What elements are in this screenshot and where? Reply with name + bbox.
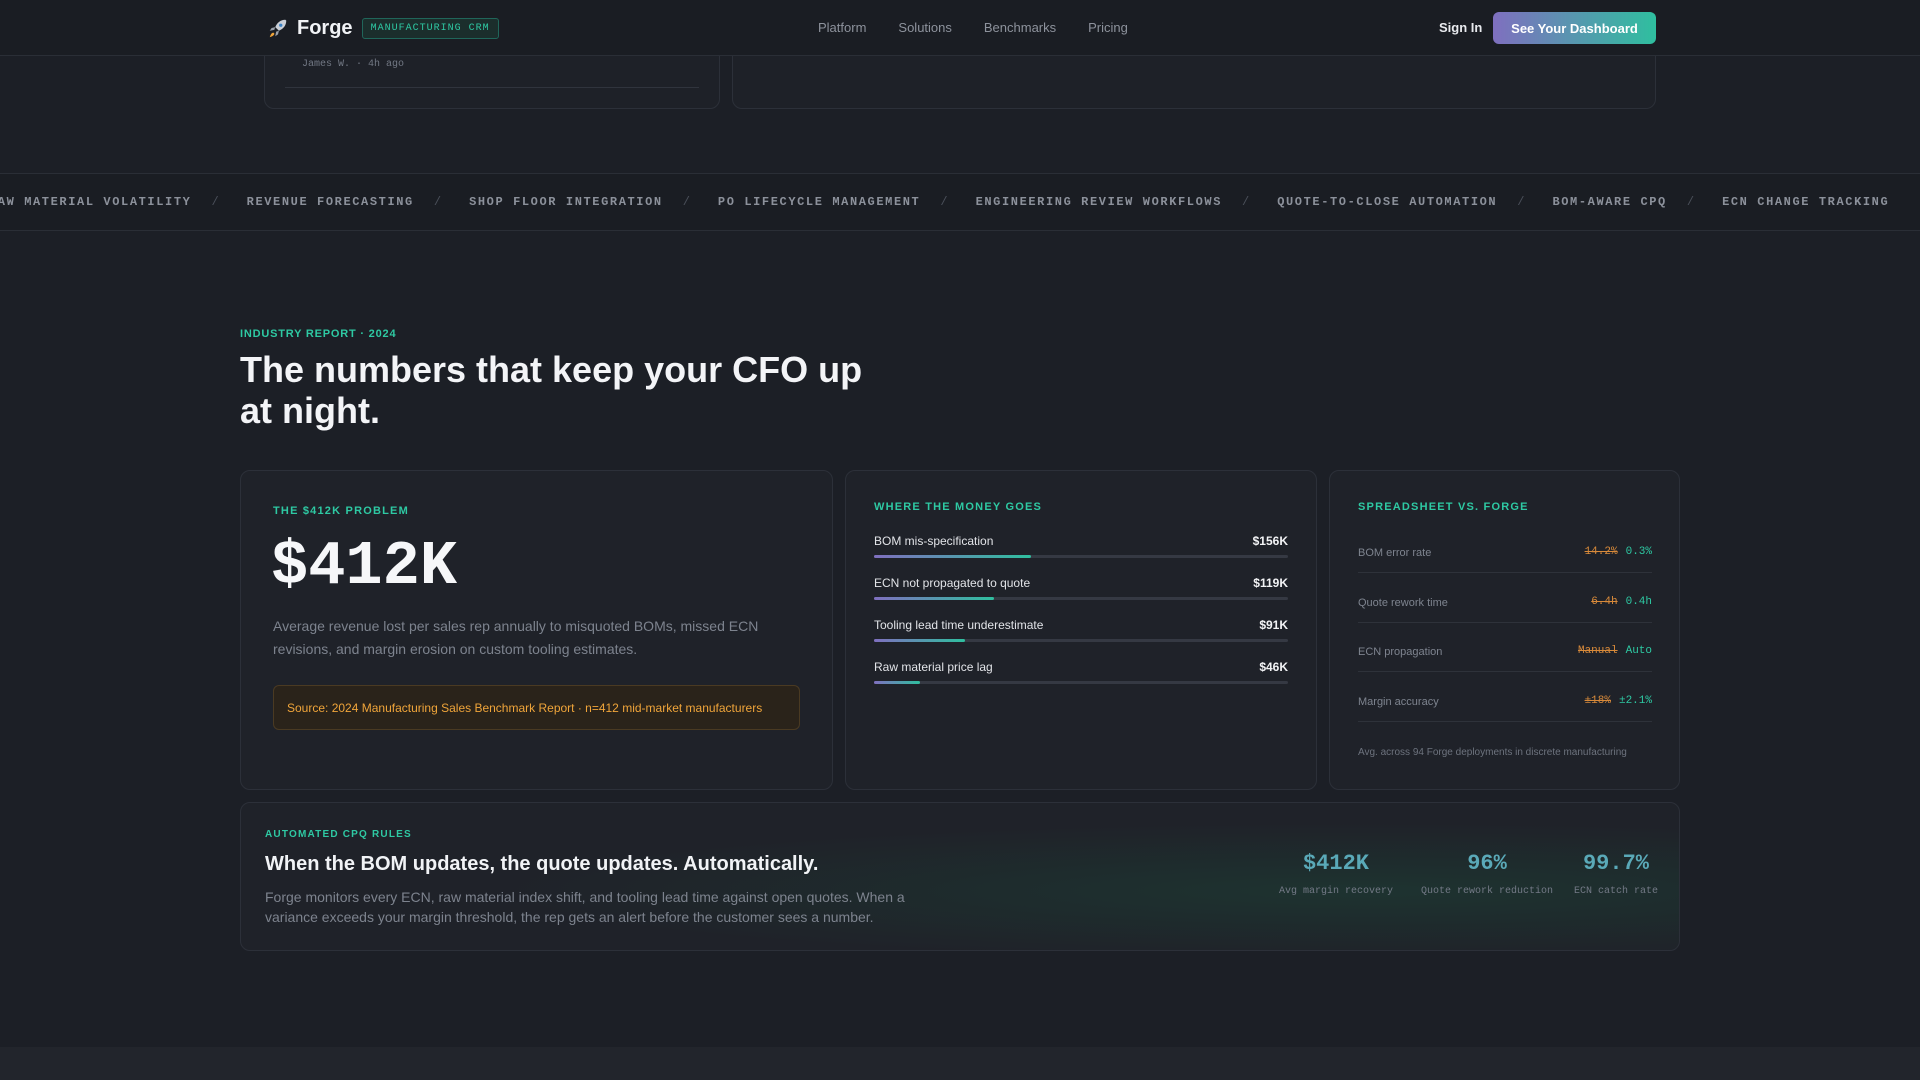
compare-values: ±18% ±2.1% bbox=[1585, 695, 1652, 707]
money-eyebrow: WHERE THE MONEY GOES bbox=[874, 501, 1043, 513]
source-note: Source: 2024 Manufacturing Sales Benchma… bbox=[273, 685, 800, 730]
marquee-separator: / bbox=[1517, 195, 1525, 209]
stat-value: 96% bbox=[1467, 851, 1507, 876]
feature-marquee: RAW MATERIAL VOLATILITY / REVENUE FORECAST… bbox=[0, 173, 1920, 231]
problem-description: Average revenue lost per sales rep annua… bbox=[273, 618, 759, 657]
nav-link-pricing[interactable]: Pricing bbox=[1088, 20, 1128, 35]
compare-note: Avg. across 94 Forge deployments in disc… bbox=[1358, 747, 1627, 758]
marquee-item: RAW MATERIAL VOLATILITY bbox=[0, 195, 192, 209]
money-row: BOM mis-specification $156K bbox=[874, 534, 1288, 558]
cpq-card: AUTOMATED CPQ RULES When the BOM updates… bbox=[240, 802, 1680, 951]
section-title: The numbers that keep your CFO up at nig… bbox=[240, 349, 863, 431]
compare-old: Manual bbox=[1577, 645, 1618, 657]
money-row-label: BOM mis-specification bbox=[874, 534, 994, 548]
stat-label: Avg margin recovery bbox=[1278, 886, 1394, 897]
rocket-icon bbox=[269, 19, 287, 38]
compare-row: ECN propagation Manual Auto bbox=[1358, 642, 1652, 672]
compare-eyebrow: SPREADSHEET VS. FORGE bbox=[1358, 501, 1529, 513]
stat-rework-reduction: 96% Quote rework reduction bbox=[1413, 851, 1561, 897]
compare-new: 0.4h bbox=[1625, 596, 1652, 608]
compare-old: 14.2% bbox=[1584, 546, 1618, 558]
cpq-title: When the BOM updates, the quote updates.… bbox=[265, 853, 819, 875]
sign-in-link[interactable]: Sign In bbox=[1439, 20, 1482, 35]
money-bar-track bbox=[874, 597, 1288, 600]
compare-row: BOM error rate 14.2% 0.3% bbox=[1358, 543, 1652, 573]
compare-values: 6.4h 0.4h bbox=[1591, 596, 1652, 608]
brand-tag: MANUFACTURING CRM bbox=[361, 17, 499, 39]
money-row: ECN not propagated to quote $119K bbox=[874, 576, 1288, 600]
see-dashboard-button[interactable]: See Your Dashboard bbox=[1493, 12, 1656, 44]
compare-new: 0.3% bbox=[1625, 546, 1652, 558]
cpq-eyebrow: AUTOMATED CPQ RULES bbox=[265, 829, 412, 840]
next-section-band bbox=[0, 1047, 1920, 1080]
money-bar-fill bbox=[874, 639, 966, 642]
marquee-item: BOM-AWARE CPQ bbox=[1552, 195, 1667, 209]
nav-link-platform[interactable]: Platform bbox=[818, 20, 866, 35]
marquee-item: PO LIFECYCLE MANAGEMENT bbox=[717, 195, 921, 209]
stat-label: ECN catch rate bbox=[1573, 886, 1658, 897]
problem-value: $412K bbox=[271, 531, 458, 602]
compare-label: Margin accuracy bbox=[1358, 696, 1439, 708]
money-breakdown-card: WHERE THE MONEY GOES BOM mis-specificati… bbox=[845, 470, 1317, 790]
stat-margin-recovery: $412K Avg margin recovery bbox=[1276, 851, 1396, 897]
money-bar-track bbox=[874, 639, 1288, 642]
brand-name: Forge bbox=[297, 16, 353, 39]
compare-new: Auto bbox=[1625, 645, 1652, 657]
marquee-item: ECN CHANGE TRACKING bbox=[1722, 195, 1890, 209]
nav-links: Platform Solutions Benchmarks Pricing bbox=[818, 20, 1128, 35]
stat-label: Quote rework reduction bbox=[1420, 886, 1554, 897]
money-row-value: $156K bbox=[1252, 534, 1288, 548]
brand[interactable]: Forge MANUFACTURING CRM bbox=[267, 16, 499, 40]
marquee-item: SHOP FLOOR INTEGRATION bbox=[469, 195, 663, 209]
money-bar-fill bbox=[874, 597, 995, 600]
comparison-card: SPREADSHEET VS. FORGE BOM error rate 14.… bbox=[1329, 470, 1680, 790]
cpq-description: Forge monitors every ECN, raw material i… bbox=[265, 889, 905, 925]
money-row: Raw material price lag $46K bbox=[874, 660, 1288, 684]
money-row-value: $119K bbox=[1253, 576, 1288, 590]
marquee-track: RAW MATERIAL VOLATILITY / REVENUE FORECAST… bbox=[0, 195, 1889, 209]
money-row-label: Raw material price lag bbox=[874, 660, 993, 674]
marquee-item: QUOTE-TO-CLOSE AUTOMATION bbox=[1277, 195, 1498, 209]
compare-values: Manual Auto bbox=[1578, 645, 1652, 657]
compare-new: ±2.1% bbox=[1618, 695, 1652, 707]
compare-row: Quote rework time 6.4h 0.4h bbox=[1358, 593, 1652, 623]
money-row-label: ECN not propagated to quote bbox=[874, 576, 1031, 590]
top-nav: Forge MANUFACTURING CRM Platform Solutio… bbox=[0, 0, 1920, 56]
money-bar-track bbox=[874, 555, 1288, 558]
marquee-separator: / bbox=[433, 195, 442, 209]
compare-label: Quote rework time bbox=[1358, 597, 1448, 609]
divider bbox=[285, 87, 699, 88]
activity-meta: James W. · 4h ago bbox=[302, 59, 405, 70]
marquee-item: REVENUE FORECASTING bbox=[246, 195, 414, 209]
compare-old: ±18% bbox=[1584, 695, 1611, 707]
marquee-separator: / bbox=[211, 195, 219, 209]
problem-card: THE $412K PROBLEM $412K Average revenue … bbox=[240, 470, 833, 790]
marquee-separator: / bbox=[682, 195, 690, 209]
stat-value: 99.7% bbox=[1582, 851, 1649, 876]
marquee-separator: / bbox=[940, 195, 948, 209]
marquee-separator: / bbox=[1686, 195, 1695, 209]
money-row: Tooling lead time underestimate $91K bbox=[874, 618, 1288, 642]
money-row-value: $46K bbox=[1259, 660, 1288, 674]
problem-eyebrow: THE $412K PROBLEM bbox=[273, 505, 409, 517]
compare-label: BOM error rate bbox=[1358, 547, 1432, 559]
money-row-value: $91K bbox=[1259, 618, 1288, 632]
nav-link-solutions[interactable]: Solutions bbox=[898, 20, 951, 35]
compare-row: Margin accuracy ±18% ±2.1% bbox=[1358, 692, 1652, 722]
compare-values: 14.2% 0.3% bbox=[1585, 546, 1652, 558]
section-eyebrow: INDUSTRY REPORT · 2024 bbox=[240, 328, 397, 340]
nav-link-benchmarks[interactable]: Benchmarks bbox=[984, 20, 1056, 35]
compare-label: ECN propagation bbox=[1358, 646, 1443, 658]
stat-ecn-catch-rate: 99.7% ECN catch rate bbox=[1571, 851, 1661, 897]
money-bar-fill bbox=[874, 555, 1032, 558]
marquee-item: ENGINEERING REVIEW WORKFLOWS bbox=[975, 195, 1222, 209]
compare-old: 6.4h bbox=[1591, 596, 1618, 608]
stat-value: $412K bbox=[1302, 851, 1369, 876]
money-bar-track bbox=[874, 681, 1288, 684]
money-row-label: Tooling lead time underestimate bbox=[874, 618, 1044, 632]
marquee-separator: / bbox=[1242, 195, 1250, 209]
money-bar-fill bbox=[874, 681, 920, 684]
